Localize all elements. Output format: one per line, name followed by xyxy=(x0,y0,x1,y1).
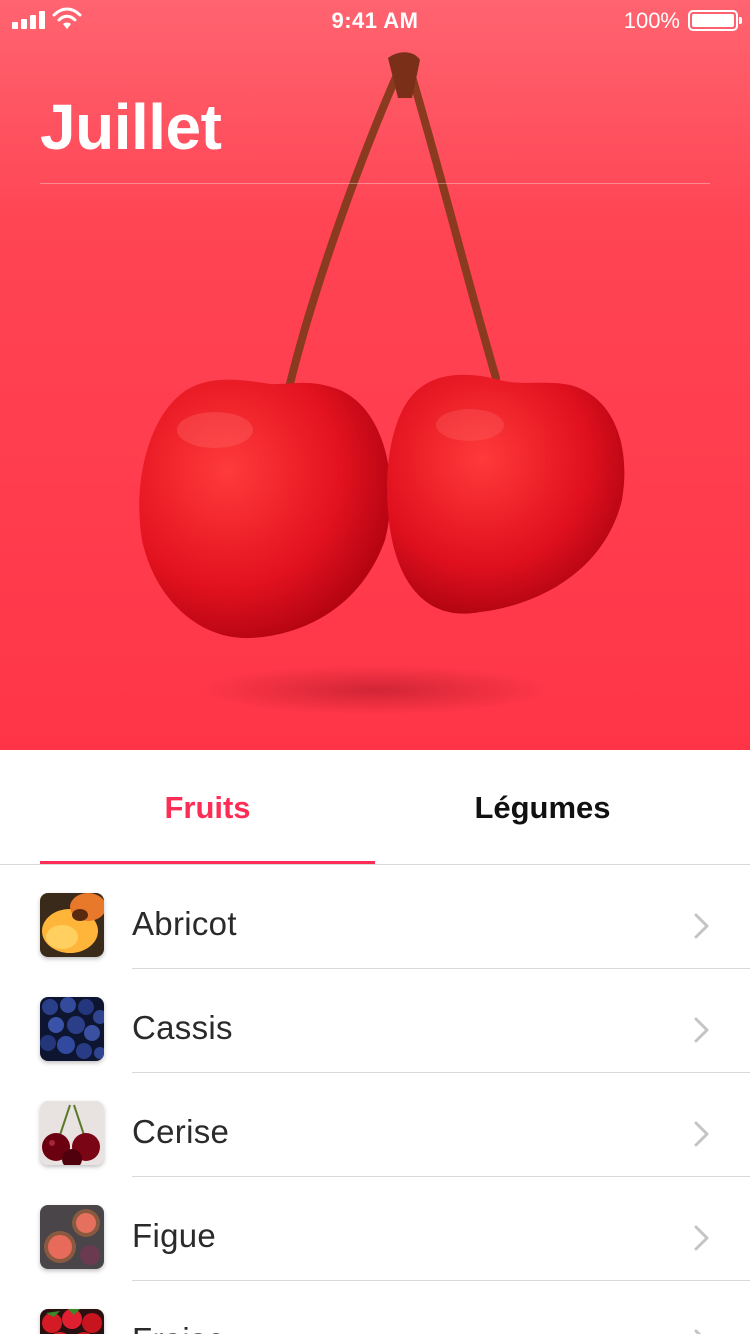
fig-thumbnail xyxy=(40,1205,104,1269)
battery-fill xyxy=(692,14,734,27)
segment-tabs: Fruits Légumes xyxy=(0,750,750,865)
blackcurrant-thumbnail xyxy=(40,997,104,1061)
battery-icon xyxy=(688,10,742,31)
list-item-cassis[interactable]: Cassis xyxy=(0,969,750,1073)
chevron-right-icon xyxy=(694,1121,709,1147)
title-divider xyxy=(40,183,710,184)
tab-legumes[interactable]: Légumes xyxy=(375,750,710,865)
cherry-thumbnail xyxy=(40,1101,104,1165)
page-title: Juillet xyxy=(40,91,222,163)
battery-percentage: 100% xyxy=(623,8,680,33)
chevron-right-icon xyxy=(694,1225,709,1251)
produce-list: Abricot Cassis Cerise Figue xyxy=(0,865,750,1334)
list-item-figue[interactable]: Figue xyxy=(0,1177,750,1281)
chevron-right-icon xyxy=(694,913,709,939)
list-item-label: Figue xyxy=(132,1217,217,1254)
list-item-label: Fraise xyxy=(132,1321,226,1334)
list-item-label: Abricot xyxy=(132,905,237,942)
list-item-fraise[interactable]: Fraise xyxy=(0,1281,750,1334)
chevron-right-icon xyxy=(694,1017,709,1043)
list-item-label: Cassis xyxy=(132,1009,233,1046)
strawberry-thumbnail xyxy=(40,1309,104,1334)
list-item-abricot[interactable]: Abricot xyxy=(0,865,750,969)
tab-selected-indicator xyxy=(40,861,375,864)
status-bar: 9:41 AM 100% xyxy=(0,0,750,40)
list-item-label: Cerise xyxy=(132,1113,230,1150)
app-screen: 9:41 AM 100% Juillet Fruits Légumes Abri… xyxy=(0,0,750,1334)
tab-fruits[interactable]: Fruits xyxy=(40,750,375,865)
list-item-cerise[interactable]: Cerise xyxy=(0,1073,750,1177)
chevron-right-icon xyxy=(694,1329,702,1334)
apricot-thumbnail xyxy=(40,893,104,957)
hero-header: 9:41 AM 100% Juillet xyxy=(0,0,750,750)
